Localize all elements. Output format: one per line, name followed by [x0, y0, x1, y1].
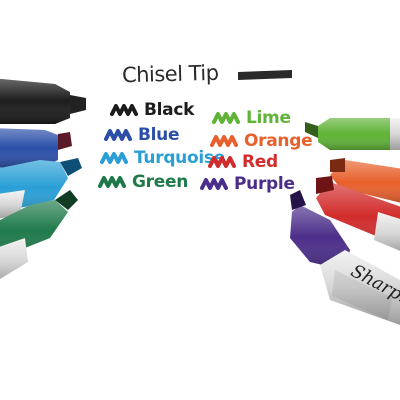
swatch-green: Green	[98, 172, 188, 192]
color-name-lime: Lime	[246, 108, 291, 128]
squiggle-icon	[110, 104, 138, 116]
marker-black	[0, 78, 86, 124]
squiggle-icon	[208, 156, 236, 168]
title-underline	[238, 70, 292, 80]
marker-scene: Sharpie Chisel Tip Black Lime Blue Orang…	[0, 0, 400, 400]
squiggle-icon	[100, 152, 128, 164]
marker-lime	[305, 118, 400, 150]
squiggle-icon	[104, 129, 132, 141]
swatch-lime: Lime	[212, 108, 291, 128]
color-name-green: Green	[132, 172, 188, 192]
swatch-black: Black	[110, 100, 194, 120]
markers-illustration	[0, 70, 400, 325]
swatch-red: Red	[208, 152, 278, 172]
squiggle-icon	[98, 176, 126, 188]
squiggle-icon	[212, 112, 240, 124]
color-name-orange: Orange	[244, 131, 313, 151]
color-name-black: Black	[144, 100, 195, 120]
chisel-tip-title: Chisel Tip	[121, 60, 219, 88]
color-name-red: Red	[242, 152, 278, 172]
swatch-turquoise: Turquoise	[100, 148, 225, 168]
color-name-purple: Purple	[234, 174, 295, 194]
color-name-blue: Blue	[138, 125, 180, 145]
swatch-blue: Blue	[104, 125, 180, 145]
swatch-orange: Orange	[210, 131, 313, 151]
swatch-purple: Purple	[200, 174, 295, 194]
squiggle-icon	[200, 178, 228, 190]
squiggle-icon	[210, 135, 238, 147]
